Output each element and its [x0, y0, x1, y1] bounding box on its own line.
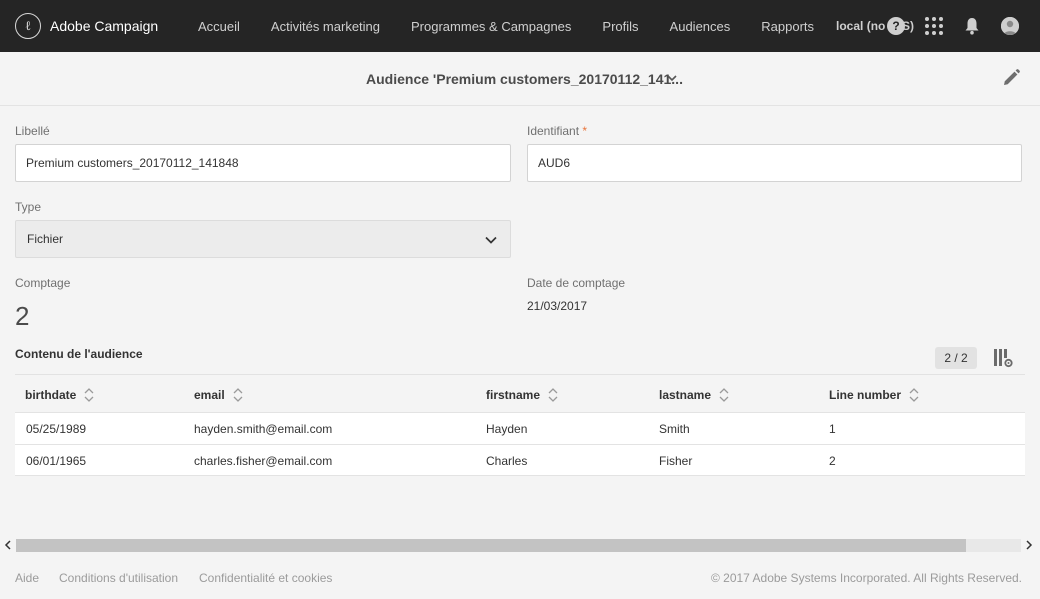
count-date-label: Date de comptage	[527, 276, 626, 290]
scroll-right-arrow-icon[interactable]	[1025, 540, 1033, 550]
column-header-label: birthdate	[25, 388, 77, 402]
audience-table: birthdate email firstname lastname Line …	[15, 378, 1025, 476]
nav-item-programmes-campagnes[interactable]: Programmes & Campagnes	[411, 19, 571, 34]
cell-lastname: Smith	[659, 422, 690, 436]
brand-name: Adobe Campaign	[50, 18, 159, 34]
section-title: Contenu de l'audience	[15, 347, 143, 361]
app-grid-icon[interactable]	[925, 17, 943, 35]
table-row[interactable]: 06/01/1965 charles.fisher@email.com Char…	[15, 444, 1025, 476]
sort-icon	[909, 388, 919, 402]
column-header-label: lastname	[659, 388, 712, 402]
nav-item-profils[interactable]: Profils	[602, 19, 638, 34]
column-settings-icon[interactable]	[993, 348, 1013, 368]
cell-birthdate: 05/25/1989	[26, 422, 87, 436]
notification-bell-icon[interactable]	[964, 17, 980, 35]
count-date-value: 21/03/2017	[527, 299, 588, 313]
footer-link-conditions[interactable]: Conditions d'utilisation	[59, 571, 178, 585]
chevron-down-icon[interactable]	[666, 72, 678, 84]
nav-item-rapports[interactable]: Rapports	[761, 19, 814, 34]
column-header-firstname[interactable]: firstname	[486, 388, 558, 402]
column-header-lastname[interactable]: lastname	[659, 388, 729, 402]
identifier-field-label: Identifiant *	[527, 124, 587, 138]
count-value: 2	[15, 301, 30, 331]
avatar-icon[interactable]	[1001, 17, 1019, 35]
section-divider	[15, 374, 1025, 375]
column-header-label: Line number	[829, 388, 902, 402]
type-select-value: Fichier	[27, 232, 64, 246]
copyright: © 2017 Adobe Systems Incorporated. All R…	[710, 571, 1022, 585]
nav-item-activites-marketing[interactable]: Activités marketing	[271, 19, 380, 34]
identifier-label-text: Identifiant	[527, 124, 580, 138]
sort-icon	[548, 388, 558, 402]
scrollbar-thumb[interactable]	[16, 539, 966, 552]
page-counter: 2 / 2	[935, 347, 977, 369]
table-row[interactable]: 05/25/1989 hayden.smith@email.com Hayden…	[15, 412, 1025, 444]
footer-link-confidentialite[interactable]: Confidentialité et cookies	[199, 571, 332, 585]
sort-icon	[719, 388, 729, 402]
identifier-input[interactable]: AUD6	[527, 144, 1022, 182]
cell-firstname: Charles	[486, 454, 528, 468]
column-header-label: firstname	[486, 388, 541, 402]
brand[interactable]: ℓ Adobe Campaign	[15, 13, 198, 39]
type-select[interactable]: Fichier	[15, 220, 511, 258]
cell-firstname: Hayden	[486, 422, 528, 436]
table-header: birthdate email firstname lastname Line …	[15, 378, 1025, 412]
scroll-left-arrow-icon[interactable]	[4, 540, 12, 550]
main-nav: Accueil Activités marketing Programmes &…	[198, 19, 914, 34]
chevron-down-icon	[485, 236, 497, 244]
adobe-campaign-logo-icon: ℓ	[15, 13, 41, 39]
footer: Aide Conditions d'utilisation Confidenti…	[0, 554, 1040, 599]
sort-icon	[233, 388, 243, 402]
cell-line-number: 1	[829, 422, 836, 436]
column-header-birthdate[interactable]: birthdate	[25, 388, 94, 402]
count-label: Comptage	[15, 276, 71, 290]
page-title[interactable]: Audience 'Premium customers_20170112_141…	[366, 71, 683, 87]
cell-birthdate: 06/01/1965	[26, 454, 87, 468]
column-header-line-number[interactable]: Line number	[829, 388, 919, 402]
column-header-email[interactable]: email	[194, 388, 243, 402]
nav-item-audiences[interactable]: Audiences	[670, 19, 731, 34]
type-field-label: Type	[15, 200, 42, 214]
label-input[interactable]: Premium customers_20170112_141848	[15, 144, 511, 182]
help-icon[interactable]: ?	[887, 17, 905, 35]
sort-icon	[84, 388, 94, 402]
cell-email: hayden.smith@email.com	[194, 422, 333, 436]
horizontal-scrollbar[interactable]	[0, 537, 1040, 554]
top-bar: ℓ Adobe Campaign Accueil Activités marke…	[0, 0, 1040, 52]
cell-email: charles.fisher@email.com	[194, 454, 333, 468]
column-header-label: email	[194, 388, 225, 402]
label-field-label: Libellé	[15, 124, 50, 138]
nav-item-accueil[interactable]: Accueil	[198, 19, 240, 34]
required-marker: *	[582, 124, 588, 138]
cell-lastname: Fisher	[659, 454, 693, 468]
pencil-edit-icon[interactable]	[1001, 68, 1021, 88]
footer-link-aide[interactable]: Aide	[15, 571, 39, 585]
cell-line-number: 2	[829, 454, 836, 468]
page-header: Audience 'Premium customers_20170112_141…	[0, 52, 1040, 106]
